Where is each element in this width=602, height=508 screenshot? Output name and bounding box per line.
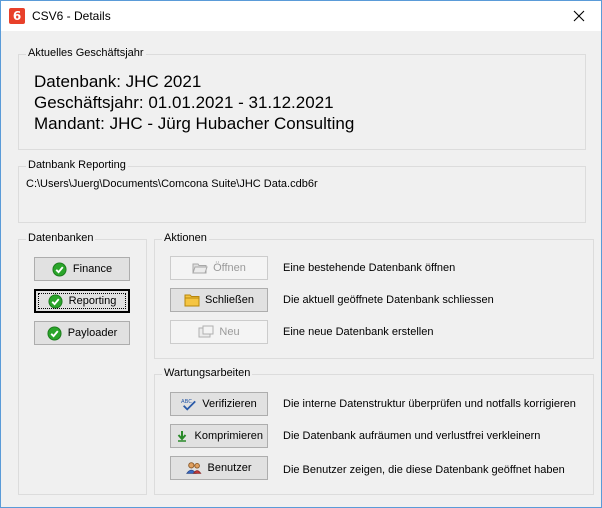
title-bar[interactable]: 6 CSV6 - Details: [1, 1, 601, 31]
users-icon: [186, 460, 202, 476]
open-label: Öffnen: [213, 262, 246, 274]
new-database-icon: [198, 324, 214, 340]
databases-legend: Datenbanken: [26, 232, 96, 244]
svg-text:ABC: ABC: [181, 399, 192, 405]
reporting-db-path: C:\Users\Juerg\Documents\Comcona Suite\J…: [26, 178, 318, 190]
app-icon: 6: [9, 8, 25, 24]
reporting-db-group: Datnbank Reporting C:\Users\Juerg\Docume…: [18, 159, 586, 223]
window-title: CSV6 - Details: [32, 9, 111, 23]
new-database-description: Eine neue Datenbank erstellen: [283, 326, 434, 338]
verify-button[interactable]: ABC Verifizieren: [170, 392, 268, 416]
compress-label: Komprimieren: [194, 430, 263, 442]
database-payloader-button[interactable]: Payloader: [34, 321, 130, 345]
client-text: Mandant: JHC - Jürg Hubacher Consulting: [34, 114, 355, 133]
open-folder-icon: [192, 260, 208, 276]
current-year-group: Aktuelles Geschäftsjahr Datenbank: JHC 2…: [18, 47, 586, 150]
compress-description: Die Datenbank aufräumen und verlustfrei …: [283, 430, 541, 442]
close-icon: [573, 10, 585, 22]
current-year-legend: Aktuelles Geschäftsjahr: [26, 47, 146, 59]
open-button[interactable]: Öffnen: [170, 256, 268, 280]
verify-label: Verifizieren: [202, 398, 257, 410]
database-finance-button[interactable]: Finance: [34, 257, 130, 281]
spellcheck-icon: ABC: [181, 396, 197, 412]
database-finance-label: Finance: [72, 263, 113, 275]
compress-arrow-icon: [175, 428, 190, 444]
reporting-db-legend: Datnbank Reporting: [26, 159, 128, 171]
database-name-text: Datenbank: JHC 2021: [34, 72, 202, 91]
verify-description: Die interne Datenstruktur überprüfen und…: [283, 398, 576, 410]
close-database-button[interactable]: Schließen: [170, 288, 268, 312]
compress-button[interactable]: Komprimieren: [170, 424, 268, 448]
database-payloader-label: Payloader: [67, 327, 118, 339]
new-database-label: Neu: [219, 326, 240, 338]
green-check-icon: [47, 325, 63, 341]
folder-icon: [184, 292, 200, 308]
users-description: Die Benutzer zeigen, die diese Datenbank…: [283, 464, 565, 476]
new-database-button[interactable]: Neu: [170, 320, 268, 344]
open-description: Eine bestehende Datenbank öffnen: [283, 262, 456, 274]
details-window: 6 CSV6 - Details Aktuelles Geschäftsjahr…: [0, 0, 602, 508]
green-check-icon: [52, 261, 68, 277]
maintenance-legend: Wartungsarbeiten: [162, 367, 253, 379]
close-database-label: Schließen: [205, 294, 254, 306]
users-label: Benutzer: [207, 462, 252, 474]
database-reporting-button[interactable]: Reporting: [34, 289, 130, 313]
close-button[interactable]: [557, 1, 601, 31]
users-button[interactable]: Benutzer: [170, 456, 268, 480]
close-database-description: Die aktuell geöffnete Datenbank schliess…: [283, 294, 494, 306]
actions-legend: Aktionen: [162, 232, 209, 244]
fiscal-year-text: Geschäftsjahr: 01.01.2021 - 31.12.2021: [34, 93, 334, 112]
focus-ring: [38, 293, 126, 309]
